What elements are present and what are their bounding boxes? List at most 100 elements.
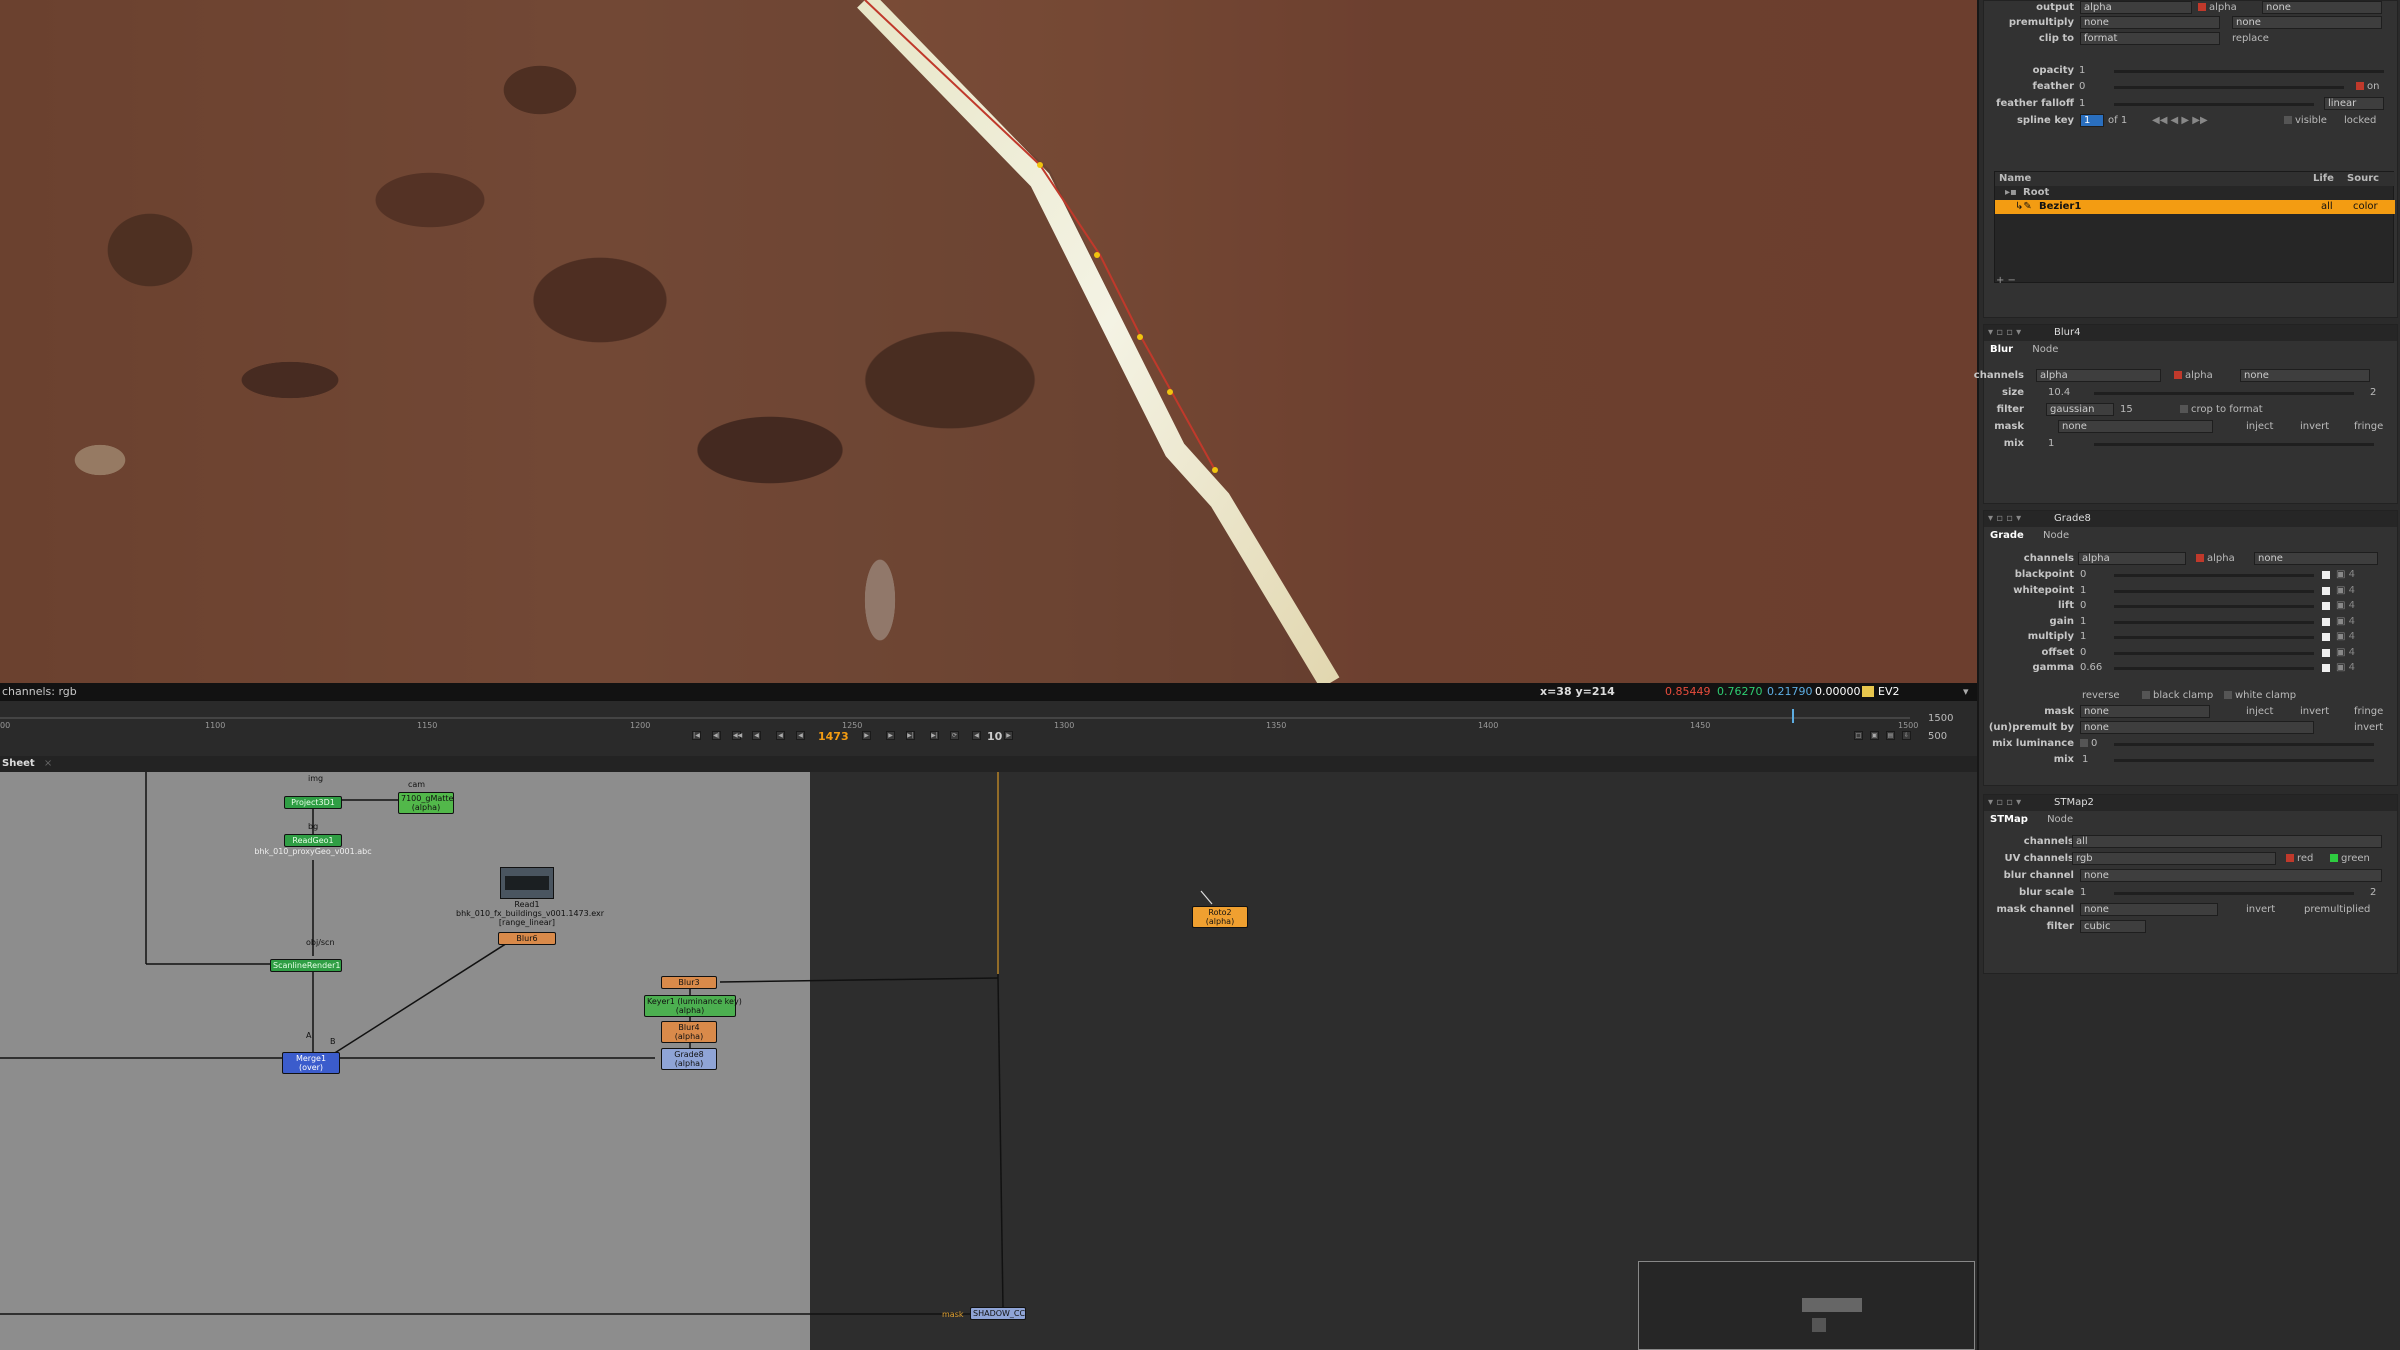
chevron-down-icon[interactable]: ▾ bbox=[1963, 683, 1969, 700]
falloff-value[interactable]: 1 bbox=[2079, 97, 2085, 111]
color-swatch[interactable] bbox=[2322, 664, 2330, 672]
inject-check[interactable]: inject bbox=[2246, 705, 2273, 719]
channels-none-dropdown[interactable]: none bbox=[2240, 369, 2370, 382]
color-swatch[interactable] bbox=[2322, 602, 2330, 610]
tree-bezier[interactable]: Bezier1 bbox=[2039, 200, 2081, 214]
range-end-field[interactable]: 500 bbox=[1928, 731, 1947, 742]
grade-param-value[interactable]: 1 bbox=[2080, 615, 2086, 629]
channels-alpha-check[interactable]: alpha bbox=[2207, 553, 2235, 564]
mask-channel-dropdown[interactable]: none bbox=[2080, 903, 2218, 916]
collapse-icon[interactable]: ▾ ▫ ▫ ▾ bbox=[1988, 511, 2021, 527]
export-icon[interactable]: ⇩ bbox=[1902, 731, 1911, 740]
black-clamp-check[interactable]: black clamp bbox=[2153, 690, 2213, 701]
mix-luminance-slider[interactable] bbox=[2114, 743, 2374, 746]
tab-node[interactable]: Node bbox=[2032, 344, 2058, 355]
grade-param-value[interactable]: 1 bbox=[2080, 630, 2086, 644]
channel-split-icon[interactable]: ▣ 4 bbox=[2336, 584, 2355, 598]
replace-check[interactable]: replace bbox=[2232, 32, 2269, 46]
node-blur-read[interactable]: Blur6 bbox=[498, 932, 556, 945]
node-keyer[interactable]: Keyer1 (luminance key) (alpha) bbox=[644, 995, 742, 1017]
size-value[interactable]: 10.4 bbox=[2048, 386, 2070, 400]
tree-root[interactable]: Root bbox=[2023, 186, 2049, 200]
grade-param-value[interactable]: 0 bbox=[2080, 568, 2086, 582]
mask-invert-check[interactable]: invert bbox=[2246, 903, 2275, 917]
stmap-panel-header[interactable]: ▾ ▫ ▫ ▾ STMap2 bbox=[1984, 795, 2397, 811]
blur-scale-value[interactable]: 1 bbox=[2080, 886, 2086, 900]
view-icon[interactable]: ▣ bbox=[1870, 731, 1879, 740]
premultiply-none-dropdown[interactable]: none bbox=[2232, 16, 2382, 29]
prev-key-icon[interactable]: ◀| bbox=[712, 731, 721, 740]
channels-dropdown[interactable]: alpha bbox=[2078, 552, 2186, 565]
visible-check[interactable]: visible bbox=[2295, 115, 2327, 126]
output-dropdown[interactable]: alpha bbox=[2080, 1, 2192, 14]
opacity-value[interactable]: 1 bbox=[2079, 64, 2085, 78]
step-back-icon[interactable]: ◀ bbox=[752, 731, 761, 740]
fullscreen-icon[interactable]: □ bbox=[1854, 731, 1863, 740]
grade-param-value[interactable]: 0 bbox=[2080, 646, 2086, 660]
channel-split-icon[interactable]: ▣ 4 bbox=[2336, 615, 2355, 629]
unpremult-invert-check[interactable]: invert bbox=[2354, 721, 2383, 735]
first-frame-icon[interactable]: |◀ bbox=[692, 731, 701, 740]
mix-value[interactable]: 1 bbox=[2048, 437, 2054, 451]
mix-luminance-value[interactable]: 0 bbox=[2091, 738, 2097, 749]
grade-param-value[interactable]: 1 bbox=[2080, 584, 2086, 598]
channels-dropdown[interactable]: all bbox=[2072, 835, 2382, 848]
channel-split-icon[interactable]: ▣ 4 bbox=[2336, 630, 2355, 644]
node-shadow-cc[interactable]: SHADOW_CC bbox=[970, 1307, 1026, 1320]
step-increment-field[interactable]: 10 bbox=[987, 730, 1002, 743]
collapse-icon[interactable]: ▾ ▫ ▫ ▾ bbox=[1988, 795, 2021, 811]
node-graph-minimap[interactable] bbox=[1638, 1261, 1975, 1350]
size-slider[interactable] bbox=[2094, 392, 2354, 395]
step-back-n-icon[interactable]: ◀ bbox=[972, 731, 981, 740]
feather-on-check[interactable]: on bbox=[2367, 81, 2379, 92]
mix-value[interactable]: 1 bbox=[2082, 753, 2088, 767]
crop-to-format-check[interactable]: crop to format bbox=[2191, 404, 2263, 415]
grade-param-slider[interactable] bbox=[2114, 605, 2314, 608]
output-none-dropdown[interactable]: none bbox=[2262, 1, 2382, 14]
color-swatch[interactable] bbox=[2322, 571, 2330, 579]
curves-tree[interactable]: Name Life Sourc ▸▪ Root ↳✎ Bezier1 all c… bbox=[1994, 171, 2395, 283]
node-project3d[interactable]: Project3D1 bbox=[284, 796, 342, 809]
uv-green-check[interactable]: green bbox=[2341, 853, 2370, 864]
channels-dropdown[interactable]: alpha bbox=[2036, 369, 2161, 382]
unpremult-dropdown[interactable]: none bbox=[2080, 721, 2314, 734]
inject-check[interactable]: inject bbox=[2246, 420, 2273, 434]
channel-split-icon[interactable]: ▣ 4 bbox=[2336, 599, 2355, 613]
mix-slider[interactable] bbox=[2094, 443, 2374, 446]
read-thumbnail[interactable] bbox=[500, 867, 554, 899]
feather-slider[interactable] bbox=[2114, 86, 2344, 89]
skip-back-icon[interactable]: ◀◀ bbox=[732, 731, 742, 740]
stmap-panel-title[interactable]: STMap2 bbox=[2054, 797, 2094, 808]
blur-panel-title[interactable]: Blur4 bbox=[2054, 327, 2080, 338]
size-dim-button[interactable]: 2 bbox=[2370, 386, 2376, 400]
add-remove-icons[interactable]: + − bbox=[1996, 275, 2016, 286]
node-uvmatte[interactable]: 7100_gMatte (alpha) bbox=[398, 792, 454, 814]
node-readgeo[interactable]: ReadGeo1 bbox=[284, 834, 342, 847]
falloff-mode-dropdown[interactable]: linear bbox=[2324, 97, 2384, 110]
grade-param-slider[interactable] bbox=[2114, 651, 2314, 655]
blur-channel-dropdown[interactable]: none bbox=[2080, 869, 2382, 882]
next-key-icon[interactable]: ▶| bbox=[906, 731, 915, 740]
uv-channels-dropdown[interactable]: rgb bbox=[2072, 852, 2276, 865]
timeline[interactable]: 00 1100 1150 1200 1250 1300 1350 1400 14… bbox=[0, 700, 1977, 756]
grade-param-value[interactable]: 0 bbox=[2080, 599, 2086, 613]
key-nav-icons[interactable]: ◀◀ ◀ ▶ ▶▶ bbox=[2152, 114, 2208, 128]
color-swatch[interactable] bbox=[2322, 648, 2330, 657]
grade-param-value[interactable]: 0.66 bbox=[2080, 661, 2102, 675]
step-forward-n-icon[interactable]: ▶ bbox=[1004, 731, 1013, 740]
current-frame-field[interactable]: 1473 bbox=[818, 730, 849, 743]
last-frame-icon[interactable]: ▶| bbox=[930, 731, 939, 740]
tab-blur[interactable]: Blur bbox=[1990, 344, 2013, 355]
step-forward-icon[interactable]: ▶ bbox=[862, 731, 871, 740]
blur-scale-dim[interactable]: 2 bbox=[2370, 886, 2376, 900]
opacity-slider[interactable] bbox=[2114, 70, 2384, 73]
channels-alpha-check[interactable]: alpha bbox=[2185, 370, 2213, 381]
grade-param-slider[interactable] bbox=[2114, 620, 2314, 624]
channel-split-icon[interactable]: ▣ 4 bbox=[2336, 646, 2355, 660]
blur-panel-header[interactable]: ▾ ▫ ▫ ▾ Blur4 bbox=[1984, 325, 2397, 341]
locked-check[interactable]: locked bbox=[2344, 114, 2376, 128]
channels-none-dropdown[interactable]: none bbox=[2254, 552, 2378, 565]
node-merge[interactable]: Merge1 (over) bbox=[282, 1052, 340, 1074]
invert-check[interactable]: invert bbox=[2300, 705, 2329, 719]
step-icon[interactable]: ◀ bbox=[796, 731, 805, 740]
